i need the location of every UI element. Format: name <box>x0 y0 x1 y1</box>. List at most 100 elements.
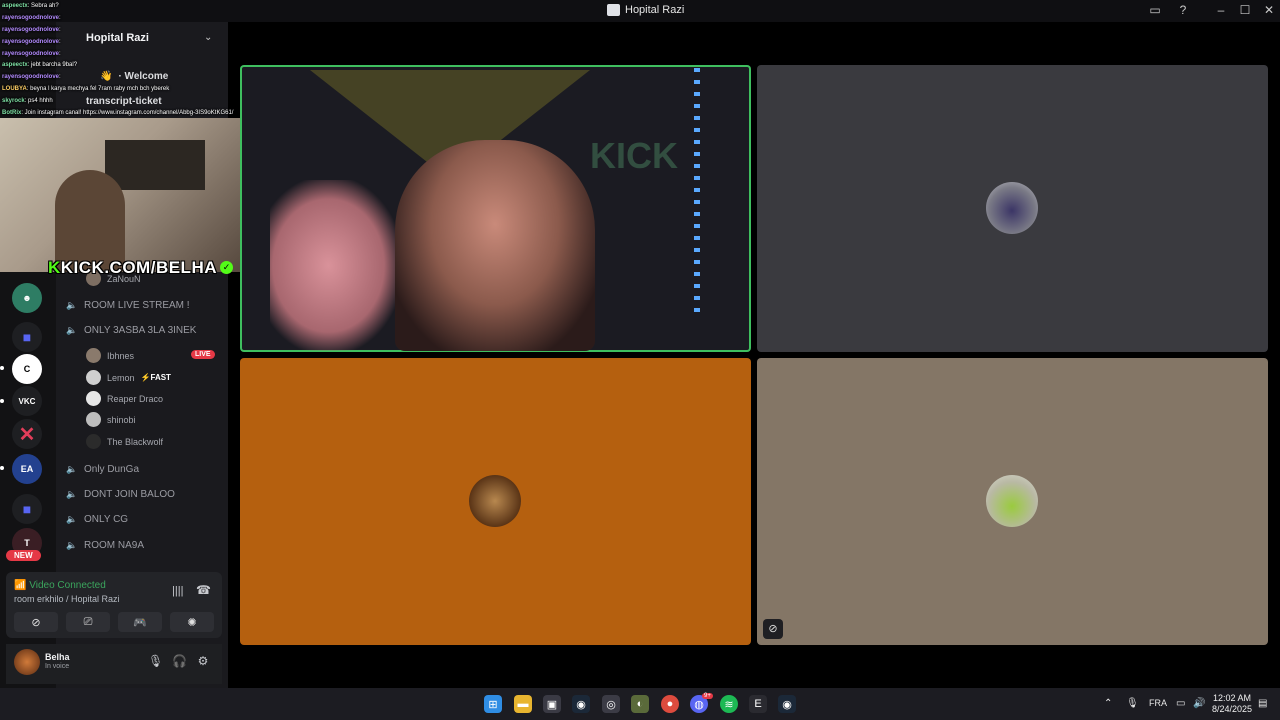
avatar <box>469 475 521 527</box>
speaker-icon: 🔈 <box>66 540 78 550</box>
voice-user[interactable]: Lemon ⚡FAST <box>86 370 171 385</box>
server-icon[interactable]: EA <box>12 454 42 484</box>
voice-user[interactable]: Reaper Draco <box>86 391 163 406</box>
app-icon[interactable]: ◐ <box>631 695 649 713</box>
maximize-button[interactable]: ☐ <box>1236 3 1254 17</box>
window-title: Hopital Razi <box>625 4 685 16</box>
chat-line: BotRix: Join instagram canal! https://ww… <box>2 110 234 116</box>
webcam-background <box>105 140 205 190</box>
epic-icon[interactable]: E <box>749 695 767 713</box>
background-sign: KICK <box>590 135 678 176</box>
activity-icon[interactable]: 🎮 <box>118 612 162 632</box>
video-person <box>395 140 595 351</box>
help-icon[interactable]: ? <box>1174 3 1192 17</box>
mic-icon[interactable]: 🎙 <box>148 654 163 668</box>
avatar <box>86 412 101 427</box>
clock[interactable]: 12:02 AM 8/24/2025 <box>1212 693 1252 715</box>
speaker-icon: 🔈 <box>66 489 78 499</box>
gear-icon[interactable]: ⚙ <box>196 654 210 668</box>
server-icon[interactable]: ☻ <box>12 283 42 313</box>
live-badge: LIVE <box>191 350 215 359</box>
unread-indicator <box>0 466 4 470</box>
avatar <box>986 182 1038 234</box>
avatar <box>86 348 101 363</box>
notification-badge: 9+ <box>702 693 713 699</box>
verified-icon: ✓ <box>220 261 233 274</box>
speaker-icon: 🔈 <box>66 325 78 335</box>
unread-indicator <box>0 366 4 370</box>
headphones-icon[interactable]: 🎧 <box>172 654 187 668</box>
kick-link: KKICK.COM/BELHA <box>48 258 217 277</box>
voice-user[interactable]: The Blackwolf <box>86 434 163 449</box>
screen-share-icon[interactable]: ▭ <box>1146 3 1164 17</box>
voice-user[interactable]: Ibhnes <box>86 348 134 363</box>
notification-icon[interactable]: ▤ <box>1258 698 1267 709</box>
steam-icon[interactable]: ◉ <box>572 695 590 713</box>
chat-line: aspeectx: jebt barcha 9bal? <box>2 62 78 68</box>
steam-icon[interactable]: ◉ <box>778 695 796 713</box>
camera-off-icon[interactable]: ⊘ <box>14 612 58 632</box>
avatar <box>86 434 101 449</box>
wave-icon: 👋 <box>100 71 113 82</box>
server-icon[interactable]: C <box>12 354 42 384</box>
volume-icon[interactable]: 🔊 <box>1193 698 1205 709</box>
spotify-icon[interactable]: ≋ <box>720 695 738 713</box>
chat-line: rayensogoodnolove: <box>2 39 61 45</box>
voice-status: 📶 Video Connected <box>14 580 106 591</box>
chat-line: aspeectx: Sebra ah? <box>2 3 59 9</box>
channel-welcome[interactable]: 👋 · Welcome <box>100 71 168 82</box>
webcam-person <box>55 170 125 272</box>
server-name[interactable]: Hopital Razi <box>86 32 149 44</box>
folder-icon[interactable]: ■ <box>12 494 42 524</box>
voice-channel[interactable]: 🔈 Only DunGa <box>66 464 139 475</box>
chat-line: skyrock: ps4 hhhh <box>2 98 53 104</box>
video-hand <box>270 180 400 351</box>
voice-channel[interactable]: 🔈 ONLY CG <box>66 514 128 525</box>
chat-line: rayensogoodnolove: <box>2 27 61 33</box>
unread-indicator <box>0 399 4 403</box>
speaker-icon: 🔈 <box>66 514 78 524</box>
disconnect-icon[interactable]: ☎ <box>196 583 211 597</box>
channel-transcript-ticket[interactable]: transcript-ticket <box>86 96 162 107</box>
chat-line: rayensogoodnolove: <box>2 74 61 80</box>
chevron-down-icon[interactable]: ⌄ <box>204 32 212 43</box>
voice-channel[interactable]: 🔈 ROOM LIVE STREAM ! <box>66 300 189 311</box>
screen-share-icon[interactable]: ⎚ <box>66 612 110 632</box>
voice-channel[interactable]: 🔈 ONLY 3ASBA 3LA 3INEK <box>66 325 196 336</box>
close-button[interactable]: ✕ <box>1260 3 1278 17</box>
store-icon[interactable]: ▣ <box>543 695 561 713</box>
voice-channel[interactable]: 🔈 ROOM NA9A <box>66 540 144 551</box>
chat-line: rayensogoodnolove: <box>2 51 61 57</box>
folder-icon[interactable]: ▬ <box>514 695 532 713</box>
chat-line: LOUBYA: beyna l karya mechya fel 7ram ra… <box>2 86 170 92</box>
wifi-icon[interactable]: ▭ <box>1176 698 1185 709</box>
title-bar: Hopital Razi ▭ ? – ☐ ✕ <box>0 0 1280 22</box>
sparkle-icon[interactable]: ✺ <box>170 612 214 632</box>
speaker-icon: 🔈 <box>66 464 78 474</box>
server-icon[interactable]: VKC <box>12 386 42 416</box>
signal-icon: 📶 <box>14 580 27 591</box>
speaker-icon: 🔈 <box>66 300 78 310</box>
soundboard-icon[interactable]: |||| <box>172 585 183 597</box>
user-name: Belha <box>45 652 70 662</box>
avatar <box>86 370 101 385</box>
mic-icon[interactable]: 🎙 <box>1126 698 1139 709</box>
language-indicator[interactable]: FRA <box>1149 698 1167 708</box>
windows-start-icon[interactable]: ⊞ <box>484 695 502 713</box>
voice-room[interactable]: room erkhilo / Hopital Razi <box>14 594 120 604</box>
chat-line: rayensogoodnolove: <box>2 15 61 21</box>
chevron-up-icon[interactable]: ⌃ <box>1104 698 1112 709</box>
app-icon <box>607 4 620 16</box>
avatar <box>86 391 101 406</box>
led-strip <box>694 68 700 318</box>
avatar <box>986 475 1038 527</box>
chrome-icon[interactable]: ● <box>661 695 679 713</box>
server-icon[interactable]: ✕ <box>12 419 42 449</box>
folder-icon[interactable]: ■ <box>12 322 42 352</box>
video-off-icon[interactable]: ⊘ <box>763 619 783 639</box>
minimize-button[interactable]: – <box>1212 3 1230 17</box>
voice-channel[interactable]: 🔈 DONT JOIN BALOO <box>66 489 175 500</box>
avatar[interactable] <box>14 649 40 675</box>
voice-user[interactable]: shinobi <box>86 412 136 427</box>
discord-icon[interactable]: ◎ <box>602 695 620 713</box>
